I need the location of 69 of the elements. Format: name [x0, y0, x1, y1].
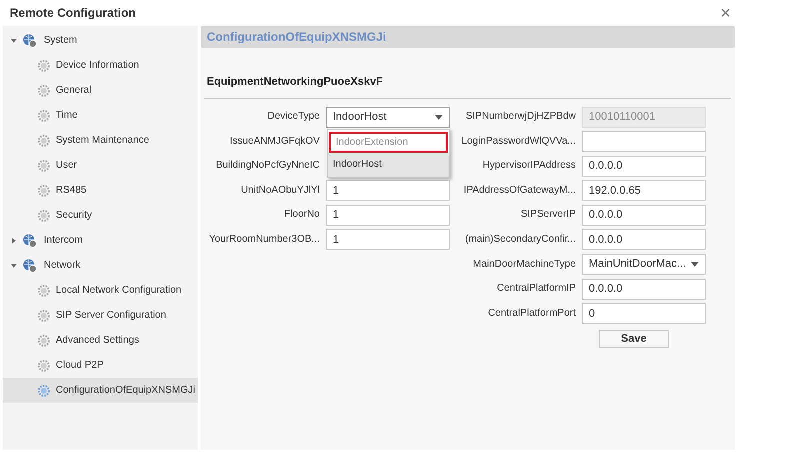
caret-icon — [691, 262, 699, 268]
caret-icon — [435, 114, 443, 120]
input-field[interactable]: 1 — [326, 229, 450, 250]
window-title: Remote Configuration — [10, 5, 136, 22]
field-label: UnitNoAObuYJlYl — [240, 184, 320, 198]
input-field[interactable]: 0.0.0.0 — [582, 204, 706, 226]
input-field[interactable] — [582, 131, 706, 152]
gear-icon — [38, 110, 50, 122]
field-label: MainDoorMachineType — [472, 258, 576, 272]
gear-icon — [38, 134, 50, 146]
gear-icon — [38, 360, 50, 372]
input-field[interactable]: 0.0.0.0 — [582, 278, 706, 300]
tree-item[interactable]: Intercom — [44, 233, 83, 248]
field-label: FloorNo — [283, 208, 320, 222]
field-label: CentralPlatformPort — [487, 306, 576, 321]
globe-gear-icon — [23, 258, 37, 272]
field-label: SIPServerIP — [520, 208, 576, 222]
tree-item[interactable]: RS485 — [3, 178, 198, 203]
panel-header: ConfigurationOfEquipXNSMGJi — [201, 26, 735, 48]
gear-icon — [38, 334, 50, 346]
gear-icon — [38, 160, 50, 172]
tree-item[interactable]: Device Information — [3, 53, 198, 78]
gear-icon — [38, 84, 50, 96]
expander-icon[interactable] — [10, 236, 18, 244]
tree-item[interactable]: Time — [3, 103, 198, 128]
field-label: (main)SecondaryConfir... — [464, 232, 576, 247]
close-button[interactable]: × — [720, 4, 731, 22]
dropdown-option[interactable]: IndoorHost — [328, 152, 449, 176]
dropdown-option[interactable]: IndoorExtension — [329, 132, 448, 152]
tree-item[interactable]: SIP Server Configuration — [3, 303, 198, 328]
dropdown-field[interactable]: MainUnitDoorMac... — [582, 254, 706, 276]
tree-item[interactable]: User — [3, 153, 198, 178]
save-button[interactable]: Save — [599, 330, 669, 348]
expander-icon[interactable] — [10, 262, 18, 270]
tree-item[interactable]: Local Network Configuration — [3, 278, 198, 303]
expander-icon[interactable] — [10, 36, 18, 44]
field-label: SIPNumberwjDjHZPBdw — [464, 110, 576, 124]
gear-icon — [38, 210, 50, 222]
field-label: IssueANMJGFqkOV — [228, 134, 320, 149]
section-title: EquipmentNetworkingPuoeXskvF — [207, 75, 384, 90]
field-label: BuildingNoPcfGyNneIC — [215, 159, 320, 174]
gear-icon — [38, 284, 50, 296]
gear-icon — [38, 184, 50, 196]
field-label: IPAddressOfGatewayM... — [462, 184, 576, 198]
gear-icon — [38, 60, 50, 72]
gear-icon — [38, 310, 50, 322]
globe-gear-icon — [23, 34, 37, 48]
globe-gear-icon — [23, 234, 37, 248]
field-label: YourRoomNumber3OB... — [208, 232, 320, 247]
tree-item[interactable]: Cloud P2P — [3, 353, 198, 378]
tree-item[interactable]: System — [44, 33, 78, 48]
tree-item[interactable]: General — [3, 78, 198, 103]
input-field[interactable]: 1 — [326, 204, 450, 226]
input-field[interactable]: 1 — [326, 180, 450, 202]
tree-item[interactable]: System Maintenance — [3, 128, 198, 153]
tree-item[interactable]: ConfigurationOfEquipXNSMGJi — [3, 378, 198, 403]
input-field[interactable]: 0 — [582, 303, 706, 324]
field-label: LoginPasswordWlQVVa... — [460, 134, 576, 149]
input-field[interactable]: 192.0.0.65 — [582, 180, 706, 202]
field-label: HypervisorIPAddress — [482, 159, 576, 174]
field-label: CentralPlatformIP — [496, 282, 576, 296]
field-label: DeviceType — [266, 110, 320, 124]
tree-item[interactable]: Advanced Settings — [3, 328, 198, 353]
gear-icon — [38, 384, 50, 396]
input-field[interactable]: 0.0.0.0 — [582, 229, 706, 250]
tree-item[interactable]: Network — [44, 258, 81, 273]
dropdown-field[interactable]: IndoorHost — [326, 106, 450, 128]
input-field[interactable]: 0.0.0.0 — [582, 156, 706, 177]
tree-item[interactable]: Security — [3, 203, 198, 228]
